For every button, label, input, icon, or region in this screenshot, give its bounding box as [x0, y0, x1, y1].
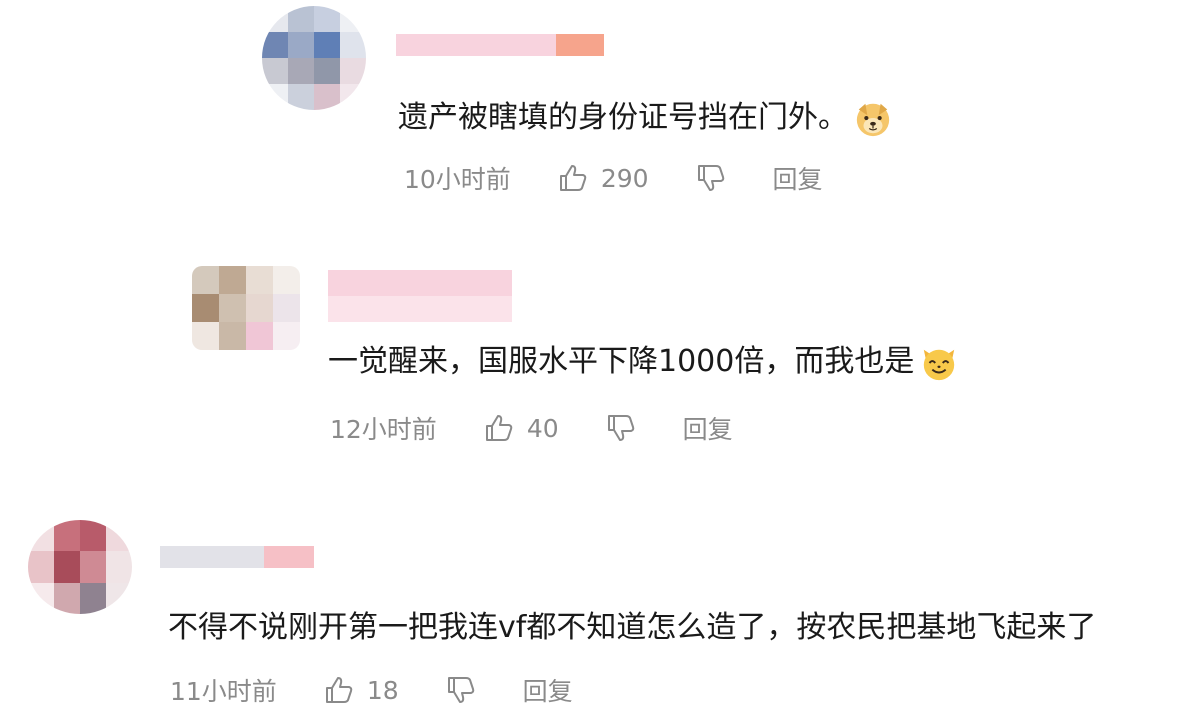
dislike-button[interactable] [605, 412, 637, 444]
reply-button[interactable]: 回复 [523, 672, 573, 708]
avatar[interactable] [28, 520, 132, 614]
cat-face-emoji-icon [924, 349, 955, 380]
comment-text: 遗产被瞎填的身份证号挡在门外。 [398, 98, 892, 138]
thumbs-down-icon [697, 165, 724, 191]
like-count: 290 [600, 163, 649, 193]
dog-face-emoji-icon [856, 103, 890, 136]
like-button[interactable]: 18 [323, 674, 445, 706]
timestamp: 11小时前 [170, 677, 277, 706]
avatar[interactable] [262, 6, 366, 110]
username[interactable] [160, 546, 314, 568]
comment-text: 不得不说刚开第一把我连vf都不知道怎么造了，按农民把基地飞起来了 [168, 610, 1097, 645]
like-button[interactable]: 290 [557, 162, 695, 194]
timestamp: 12小时前 [330, 415, 437, 444]
username[interactable] [396, 34, 604, 56]
like-button[interactable]: 40 [483, 412, 605, 444]
thumbs-down-icon [607, 415, 634, 441]
username[interactable] [328, 270, 512, 322]
thumbs-up-icon [325, 677, 353, 703]
comment-meta: 11小时前 18 回复 [170, 672, 573, 708]
avatar[interactable] [192, 266, 300, 350]
thumbs-up-icon [559, 165, 587, 191]
comment-text: 一觉醒来，国服水平下降1000倍，而我也是 [328, 342, 958, 382]
comment-meta: 10小时前 290 回复 [404, 160, 823, 196]
dislike-button[interactable] [445, 674, 477, 706]
thumbs-down-icon [447, 677, 474, 703]
dislike-button[interactable] [695, 162, 727, 194]
thumbs-up-icon [485, 415, 513, 441]
comment-meta: 12小时前 40 回复 [330, 410, 733, 446]
reply-button[interactable]: 回复 [773, 160, 823, 196]
reply-button[interactable]: 回复 [683, 410, 733, 446]
timestamp: 10小时前 [404, 165, 511, 194]
like-count: 40 [526, 413, 559, 443]
like-count: 18 [366, 675, 399, 705]
